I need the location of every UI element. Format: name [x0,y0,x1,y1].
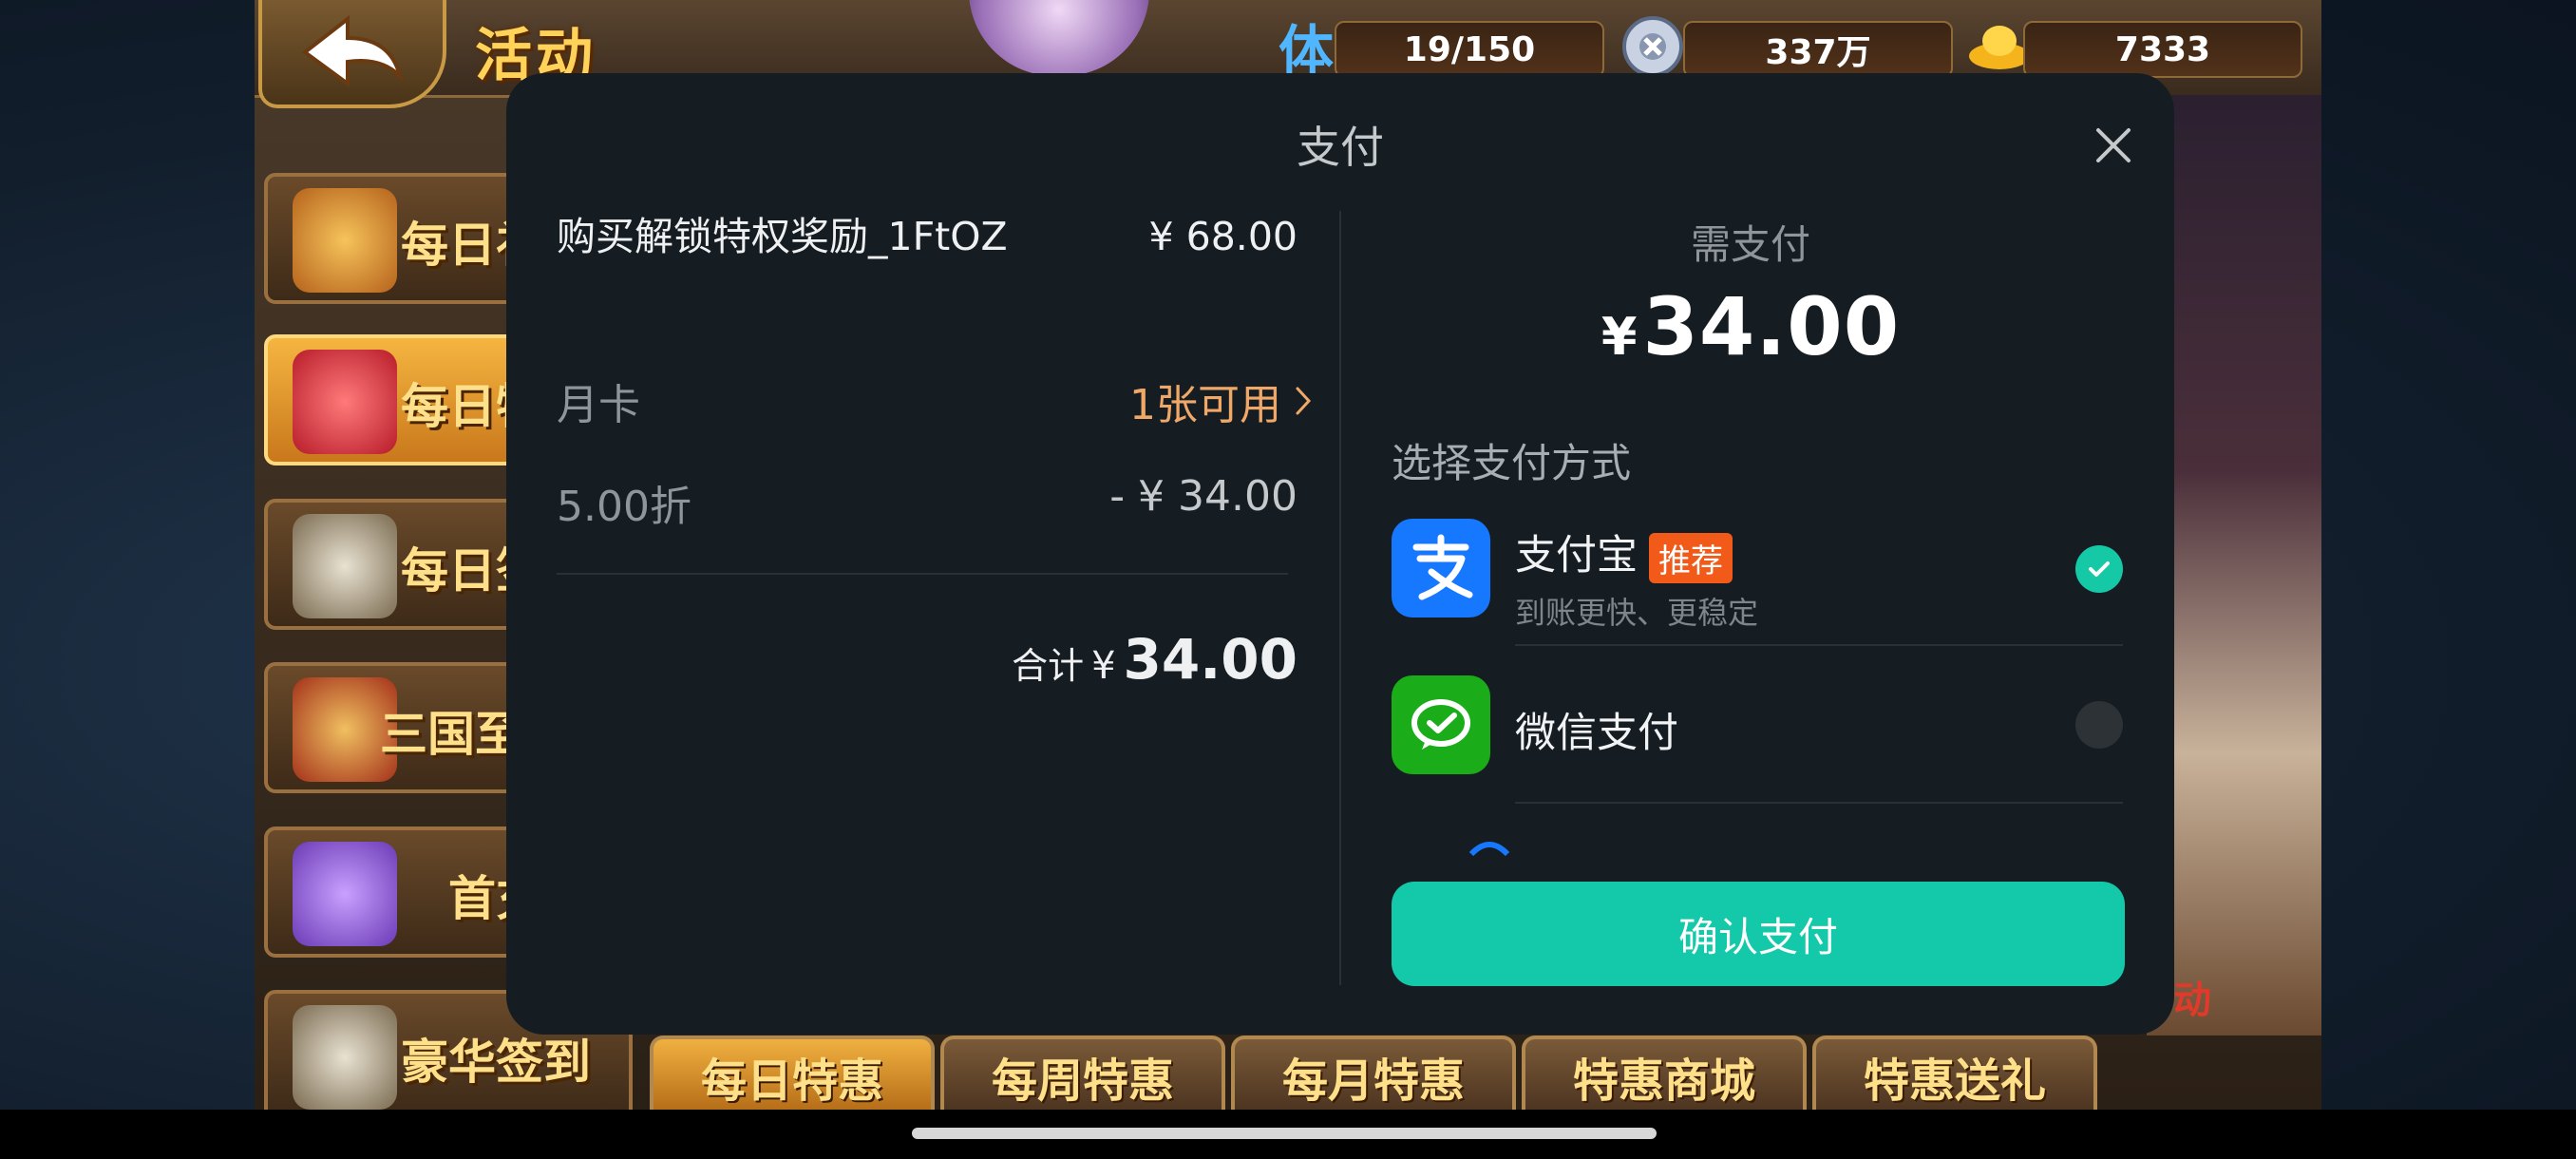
tab-special-gift[interactable]: 特惠送礼 [1812,1036,2097,1113]
stamina-counter: 19/150 [1335,21,1604,78]
payment-method-title: 选择支付方式 [1392,440,1632,486]
treasure-chest-icon [293,188,397,293]
discount-value: - ¥ 34.00 [1109,472,1297,521]
card-available-text: 1张可用 [1129,381,1281,429]
home-indicator[interactable] [912,1128,1657,1139]
method-name: 支付宝 推荐 [1515,522,1733,583]
amount-due-currency: ¥ [1601,307,1638,367]
unselected-radio[interactable] [2075,701,2123,749]
method-divider [1515,802,2123,804]
product-price: ¥ 68.00 [1148,214,1298,259]
back-arrow-icon [301,14,404,87]
discount-label: 5.00折 [557,483,691,531]
tab-monthly-special[interactable]: 每月特惠 [1231,1036,1516,1113]
amount-due-label: 需支付 [1690,221,1810,268]
gold-counter: 7333 [2023,21,2302,78]
side-menu-label: 三国至 [380,707,522,762]
silver-counter: 337万 [1683,21,1953,78]
alipay-label: 支付宝 [1515,532,1638,580]
back-button[interactable] [258,0,446,108]
wechat-pay-label: 微信支付 [1515,710,1678,757]
payment-method-wechat[interactable]: 微信支付 [1392,675,2123,789]
total-label: 合计 [1012,645,1085,687]
wechat-pay-icon [1392,675,1490,774]
payment-dialog: 支付 购买解锁特权奖励_1FtOZ ¥ 68.00 月卡 1张可用 5.00折 … [506,73,2174,1035]
scroll-icon [293,514,397,618]
method-divider [1515,644,2123,646]
method-subtitle: 到账更快、更稳定 [1515,595,1759,631]
confirm-pay-button[interactable]: 确认支付 [1392,882,2125,986]
silver-coin-icon [1619,13,1686,80]
card-selector[interactable]: 1张可用 [1129,370,1312,431]
recommended-badge: 推荐 [1649,533,1733,583]
payment-method-alipay[interactable]: 支付宝 推荐 到账更快、更稳定 [1392,519,2123,633]
total-amount: 34.00 [1123,627,1297,692]
partial-method-icon [1466,835,1513,858]
amount-due-value: 34.00 [1642,280,1901,373]
total-currency: ¥ [1091,644,1116,688]
selected-check-icon[interactable] [2075,545,2123,593]
panel-divider [1339,211,1341,985]
close-icon [2096,128,2131,162]
card-label: 月卡 [557,381,640,429]
stamina-icon: 体 [1278,19,1334,84]
amount-due: ¥ 34.00 [1382,280,2119,373]
scroll-icon [293,1005,397,1110]
alipay-icon [1392,519,1490,618]
gift-box-icon [293,350,397,454]
tab-weekly-special[interactable]: 每周特惠 [940,1036,1225,1113]
gift-ingot-icon [293,842,397,946]
close-button[interactable] [2085,117,2142,174]
tab-daily-special[interactable]: 每日特惠 [650,1036,935,1113]
dialog-title: 支付 [1297,122,1384,173]
total-row: 合计 ¥ 34.00 [1012,627,1297,692]
summary-divider [557,573,1288,575]
tab-special-shop[interactable]: 特惠商城 [1522,1036,1807,1113]
scene-text: 动 [2173,978,2211,1022]
chevron-right-icon [1296,387,1312,415]
